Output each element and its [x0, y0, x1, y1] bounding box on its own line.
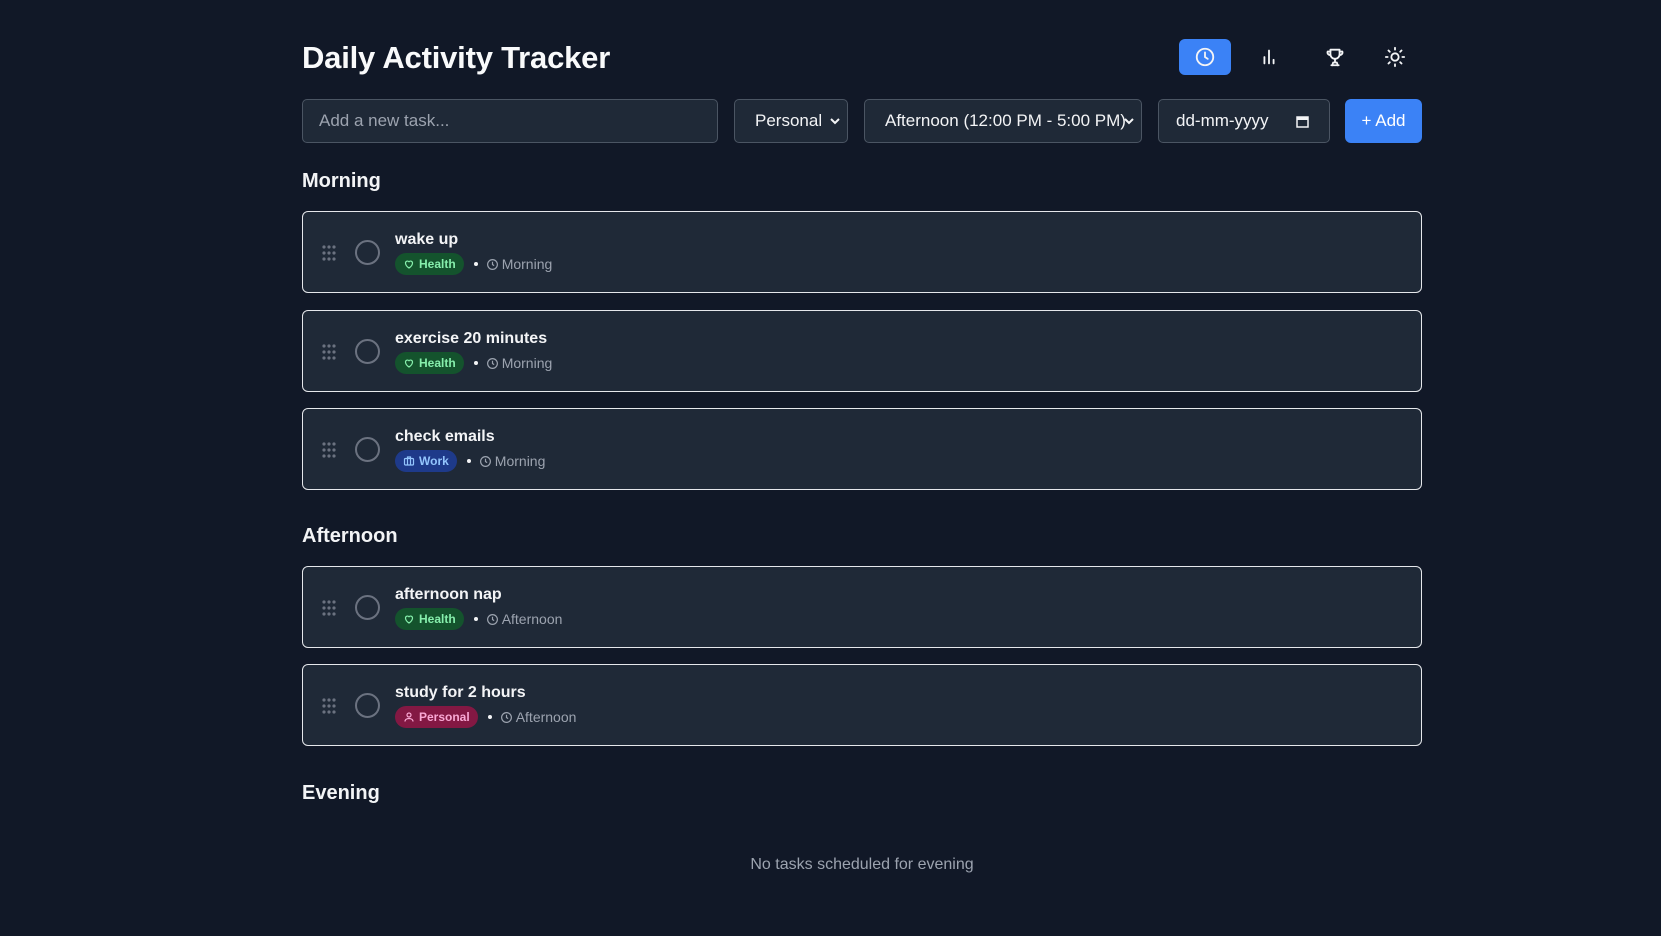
separator-dot: [473, 617, 478, 621]
user-icon: [404, 712, 414, 722]
category-badge-label: Work: [419, 454, 449, 468]
task-time-label: Morning: [501, 355, 553, 371]
clock-icon: [1195, 47, 1215, 67]
task-meta: Health Afternoon: [395, 608, 562, 630]
drag-handle-icon[interactable]: [321, 441, 337, 459]
category-badge: Personal: [395, 706, 478, 728]
empty-state-message: No tasks scheduled for evening: [750, 856, 974, 873]
section-title-evening: Evening: [302, 782, 380, 804]
task-title: afternoon nap: [395, 586, 502, 603]
task-time-label: Morning: [494, 453, 546, 469]
achievements-view-button[interactable]: [1309, 39, 1361, 75]
chevron-down-icon: [1124, 118, 1134, 125]
task-complete-checkbox[interactable]: [355, 240, 380, 265]
stats-view-button[interactable]: [1243, 39, 1295, 75]
category-badge: Health: [395, 352, 464, 374]
date-input[interactable]: dd-mm-yyyy: [1158, 99, 1330, 143]
separator-dot: [487, 715, 492, 719]
task-time-label: Morning: [501, 256, 553, 272]
task-time-label: Afternoon: [501, 611, 563, 627]
task-meta: Health Morning: [395, 352, 552, 374]
task-title: wake up: [395, 231, 459, 248]
task-card[interactable]: exercise 20 minutes Health Morning: [302, 310, 1422, 392]
drag-handle-icon[interactable]: [321, 343, 337, 361]
task-meta: Health Morning: [395, 253, 552, 275]
sun-icon: [1384, 46, 1406, 68]
trophy-icon: [1326, 48, 1344, 67]
task-title: exercise 20 minutes: [395, 330, 548, 347]
drag-handle-icon[interactable]: [321, 244, 337, 262]
calendar-icon[interactable]: [1296, 115, 1309, 128]
category-badge-label: Health: [419, 356, 456, 370]
task-meta: Personal Afternoon: [395, 706, 576, 728]
add-task-button[interactable]: + Add: [1345, 99, 1422, 143]
task-card[interactable]: study for 2 hours Personal Afternoon: [302, 664, 1422, 746]
separator-dot: [473, 262, 478, 266]
date-input-placeholder: dd-mm-yyyy: [1176, 111, 1269, 130]
task-complete-checkbox[interactable]: [355, 595, 380, 620]
heart-icon: [404, 260, 414, 269]
task-complete-checkbox[interactable]: [355, 437, 380, 462]
task-card[interactable]: wake up Health Morning: [302, 211, 1422, 293]
category-badge-label: Health: [419, 257, 456, 271]
clock-view-button[interactable]: [1179, 39, 1231, 75]
bar-chart-icon: [1263, 49, 1275, 65]
task-card[interactable]: check emails Work Morning: [302, 408, 1422, 490]
chevron-down-icon: [830, 118, 840, 125]
heart-icon: [404, 359, 414, 368]
header: Daily Activity Tracker: [302, 0, 1422, 100]
task-title: study for 2 hours: [395, 684, 526, 701]
task-card[interactable]: afternoon nap Health Afternoon: [302, 566, 1422, 648]
task-time-label: Afternoon: [515, 709, 577, 725]
drag-handle-icon[interactable]: [321, 697, 337, 715]
task-title: check emails: [395, 428, 495, 445]
heart-icon: [404, 615, 414, 624]
time-of-day-select[interactable]: Afternoon (12:00 PM - 5:00 PM): [864, 99, 1142, 143]
clock-icon: [500, 711, 512, 723]
clock-icon: [486, 357, 498, 369]
separator-dot: [466, 459, 471, 463]
time-of-day-select-value: Afternoon (12:00 PM - 5:00 PM): [885, 111, 1126, 130]
category-badge: Health: [395, 608, 464, 630]
category-badge: Work: [395, 450, 457, 472]
drag-handle-icon[interactable]: [321, 599, 337, 617]
category-badge-label: Personal: [419, 710, 470, 724]
page-title: Daily Activity Tracker: [302, 40, 611, 75]
section-title-afternoon: Afternoon: [302, 525, 398, 547]
new-task-input[interactable]: [302, 99, 718, 143]
theme-toggle-button[interactable]: [1369, 39, 1421, 75]
clock-icon: [486, 258, 498, 270]
category-select[interactable]: Personal: [734, 99, 848, 143]
task-meta: Work Morning: [395, 450, 545, 472]
briefcase-icon: [403, 456, 415, 466]
category-select-value: Personal: [755, 111, 823, 130]
category-badge-label: Health: [419, 612, 456, 626]
task-complete-checkbox[interactable]: [355, 693, 380, 718]
app: Daily Activity Tracker Personal Afternoo…: [302, 0, 1422, 873]
category-badge: Health: [395, 253, 464, 275]
separator-dot: [473, 361, 478, 365]
task-complete-checkbox[interactable]: [355, 339, 380, 364]
section-title-morning: Morning: [302, 170, 381, 192]
clock-icon: [486, 613, 498, 625]
clock-icon: [479, 455, 491, 467]
task-form: Personal Afternoon (12:00 PM - 5:00 PM) …: [302, 99, 1422, 143]
